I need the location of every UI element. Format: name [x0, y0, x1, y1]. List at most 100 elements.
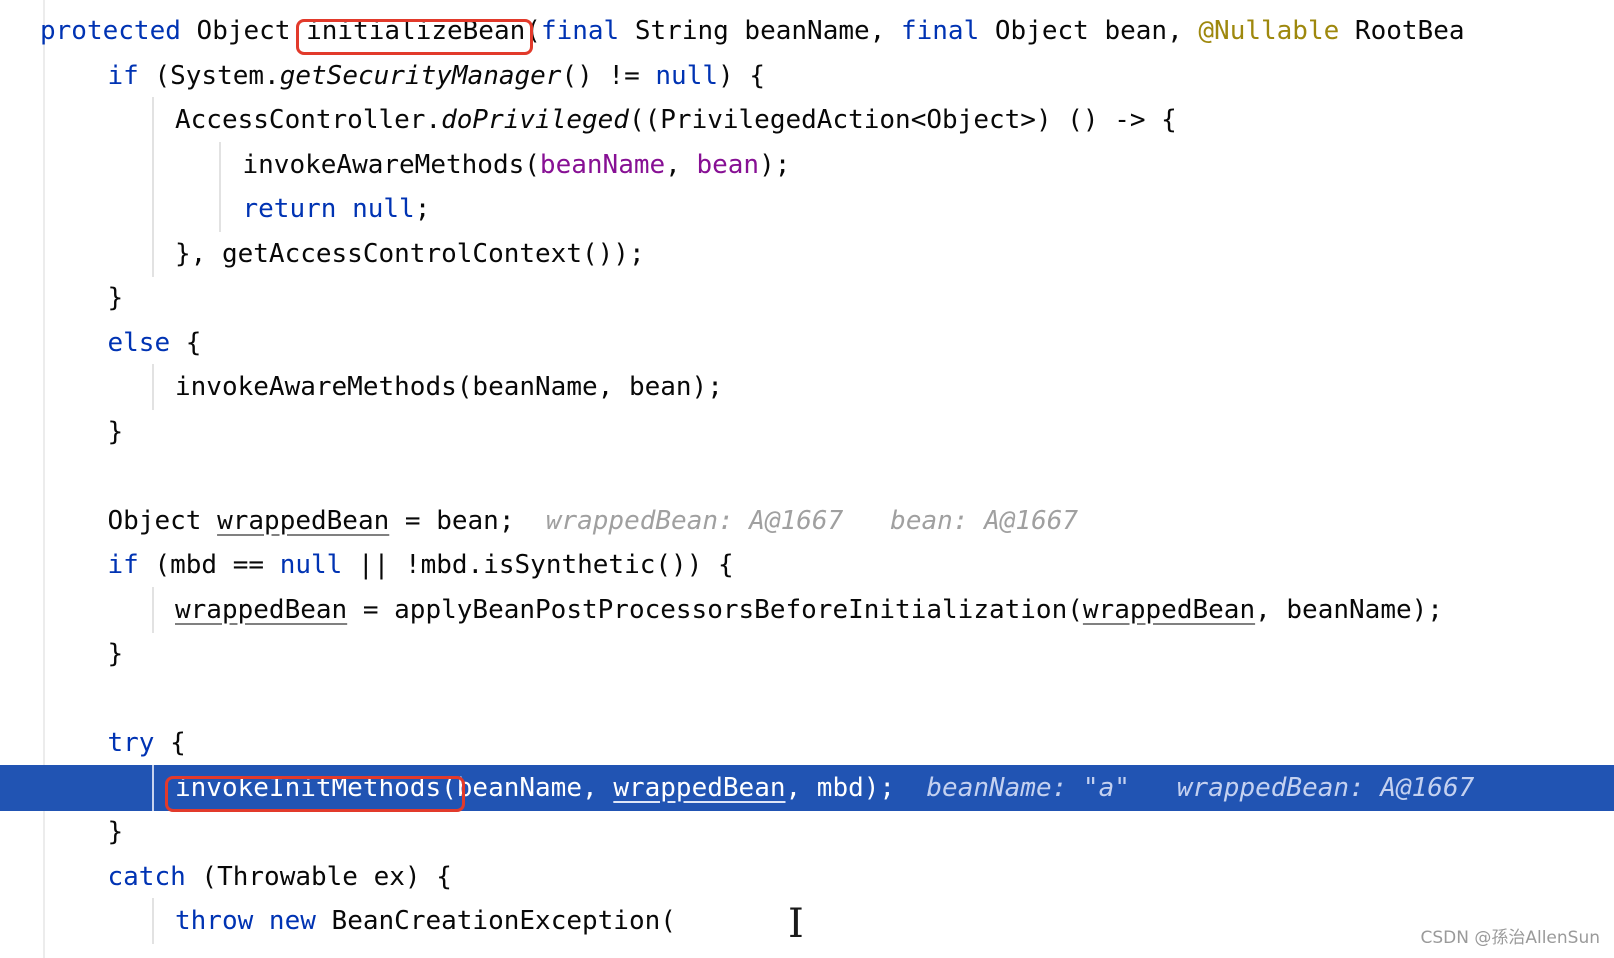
code-line[interactable]: return null;	[0, 186, 1614, 232]
code-line[interactable]: protected Object initializeBean(final St…	[0, 8, 1614, 54]
code-token: invokeAwareMethods(beanName, bean);	[175, 372, 723, 402]
highlighted-token: invokeInitMethods(	[175, 772, 457, 803]
code-token: }, getAccessControlContext());	[175, 238, 645, 269]
code-line[interactable]	[0, 676, 1614, 722]
code-editor[interactable]: protected Object initializeBean(final St…	[0, 0, 1614, 958]
code-text: protected Object initializeBean(final St…	[40, 8, 1465, 54]
code-token: throw new	[175, 906, 332, 936]
code-text: try {	[108, 720, 186, 766]
code-text: }	[108, 275, 124, 321]
code-token: (	[525, 16, 541, 46]
code-line[interactable]: }	[0, 809, 1614, 855]
code-token: beanName,	[456, 772, 614, 803]
code-text: invokeAwareMethods(beanName, bean);	[175, 364, 723, 410]
code-line[interactable]: }	[0, 409, 1614, 455]
code-text: AccessController.doPrivileged((Privilege…	[175, 97, 1177, 143]
code-line[interactable]: invokeAwareMethods(beanName, bean);	[0, 141, 1614, 188]
code-token: null	[352, 194, 415, 224]
code-token: String beanName,	[634, 16, 901, 46]
code-token: , mbd);	[785, 772, 927, 803]
code-text: if (mbd == null || !mbd.isSynthetic()) {	[108, 542, 734, 588]
text-cursor-icon: I	[788, 901, 804, 947]
code-token: || !mbd.isSynthetic()) {	[342, 550, 734, 580]
code-token: ) {	[718, 60, 765, 91]
code-token: Object bean,	[994, 16, 1199, 46]
code-token: ,	[665, 149, 697, 180]
code-token: {	[170, 728, 186, 758]
code-token: = bean;	[389, 505, 546, 536]
code-line[interactable]: else {	[0, 320, 1614, 366]
indent-guide	[219, 141, 221, 188]
code-token: , beanName);	[1255, 594, 1443, 625]
code-token: beanName	[539, 149, 666, 180]
code-token: (mbd ==	[154, 550, 280, 580]
code-token: final	[900, 16, 995, 46]
code-token: }	[107, 817, 124, 847]
code-text: wrappedBean = applyBeanPostProcessorsBef…	[175, 587, 1443, 633]
code-token: ((PrivilegedAction<Object>) () -> {	[628, 105, 1177, 135]
code-line[interactable]: }	[0, 275, 1614, 321]
code-text: if (System.getSecurityManager() != null)…	[108, 53, 765, 99]
code-token: getSecurityManager	[279, 60, 562, 91]
code-token: Object	[107, 505, 218, 536]
code-token: if	[107, 60, 155, 91]
code-token: bean	[696, 149, 760, 180]
code-line[interactable]: }	[0, 631, 1614, 677]
code-token: wrappedBean	[1082, 594, 1256, 625]
code-token: null	[279, 550, 343, 580]
code-token: RootBea	[1339, 16, 1465, 46]
code-token: wrappedBean	[217, 505, 390, 536]
indent-guide	[151, 898, 154, 944]
code-line[interactable]: wrappedBean = applyBeanPostProcessorsBef…	[0, 586, 1614, 633]
code-token: wrappedBean	[175, 594, 348, 625]
indent-guide	[151, 141, 154, 188]
code-token: }	[107, 416, 124, 447]
code-line[interactable]: throw new BeanCreationException(	[0, 898, 1614, 944]
code-text: invokeAwareMethods(beanName, bean);	[243, 142, 791, 188]
code-token: wrappedBean: A@1667 bean: A@1667	[545, 505, 1079, 536]
indent-guide	[151, 764, 154, 811]
code-token: invokeAwareMethods(	[242, 149, 540, 180]
code-token: final	[540, 16, 635, 46]
code-token: beanName: "a" wrappedBean: A@1667	[926, 772, 1475, 803]
code-token: (Throwable ex) {	[201, 861, 452, 892]
code-token: = applyBeanPostProcessorsBeforeInitializ…	[347, 594, 1083, 625]
code-text: else {	[108, 320, 202, 366]
code-token: wrappedBean	[613, 772, 786, 803]
code-token: try	[107, 728, 171, 758]
code-token: doPrivileged	[441, 105, 629, 135]
code-token: BeanCreationException(	[331, 906, 676, 936]
indent-guide	[151, 586, 154, 633]
code-line[interactable]: Object wrappedBean = bean; wrappedBean: …	[0, 498, 1614, 544]
code-token: AccessController.	[175, 105, 442, 135]
code-token: null	[655, 60, 719, 91]
code-line[interactable]: }, getAccessControlContext());	[0, 230, 1614, 277]
code-line[interactable]: if (mbd == null || !mbd.isSynthetic()) {	[0, 542, 1614, 588]
code-token: protected	[40, 16, 197, 46]
indent-guide	[151, 186, 154, 232]
code-line[interactable]: try {	[0, 720, 1614, 766]
code-line[interactable]: invokeAwareMethods(beanName, bean);	[0, 364, 1614, 410]
code-token: );	[759, 149, 791, 180]
code-text: Object wrappedBean = bean; wrappedBean: …	[108, 498, 1079, 544]
indent-guide	[151, 97, 154, 143]
code-line[interactable]: catch (Throwable ex) {	[0, 854, 1614, 900]
code-text: }, getAccessControlContext());	[175, 231, 645, 277]
code-text: }	[108, 809, 124, 855]
code-token: return	[242, 194, 353, 224]
code-line[interactable]: if (System.getSecurityManager() != null)…	[0, 53, 1614, 99]
code-token: }	[107, 283, 124, 313]
watermark: CSDN @孫治AllenSun	[1420, 928, 1600, 948]
code-token: () !=	[561, 60, 656, 91]
code-text: }	[108, 409, 124, 455]
code-line[interactable]: AccessController.doPrivileged((Privilege…	[0, 97, 1614, 143]
code-text: throw new BeanCreationException(	[175, 898, 676, 944]
code-text: }	[108, 631, 124, 677]
code-token: (System.	[154, 60, 280, 91]
code-token: catch	[107, 861, 202, 892]
execution-line[interactable]: invokeInitMethods(beanName, wrappedBean,…	[0, 764, 1614, 811]
code-token: ;	[414, 194, 431, 224]
code-line[interactable]	[0, 453, 1614, 499]
indent-guide	[219, 186, 221, 232]
code-text: return null;	[243, 186, 431, 232]
